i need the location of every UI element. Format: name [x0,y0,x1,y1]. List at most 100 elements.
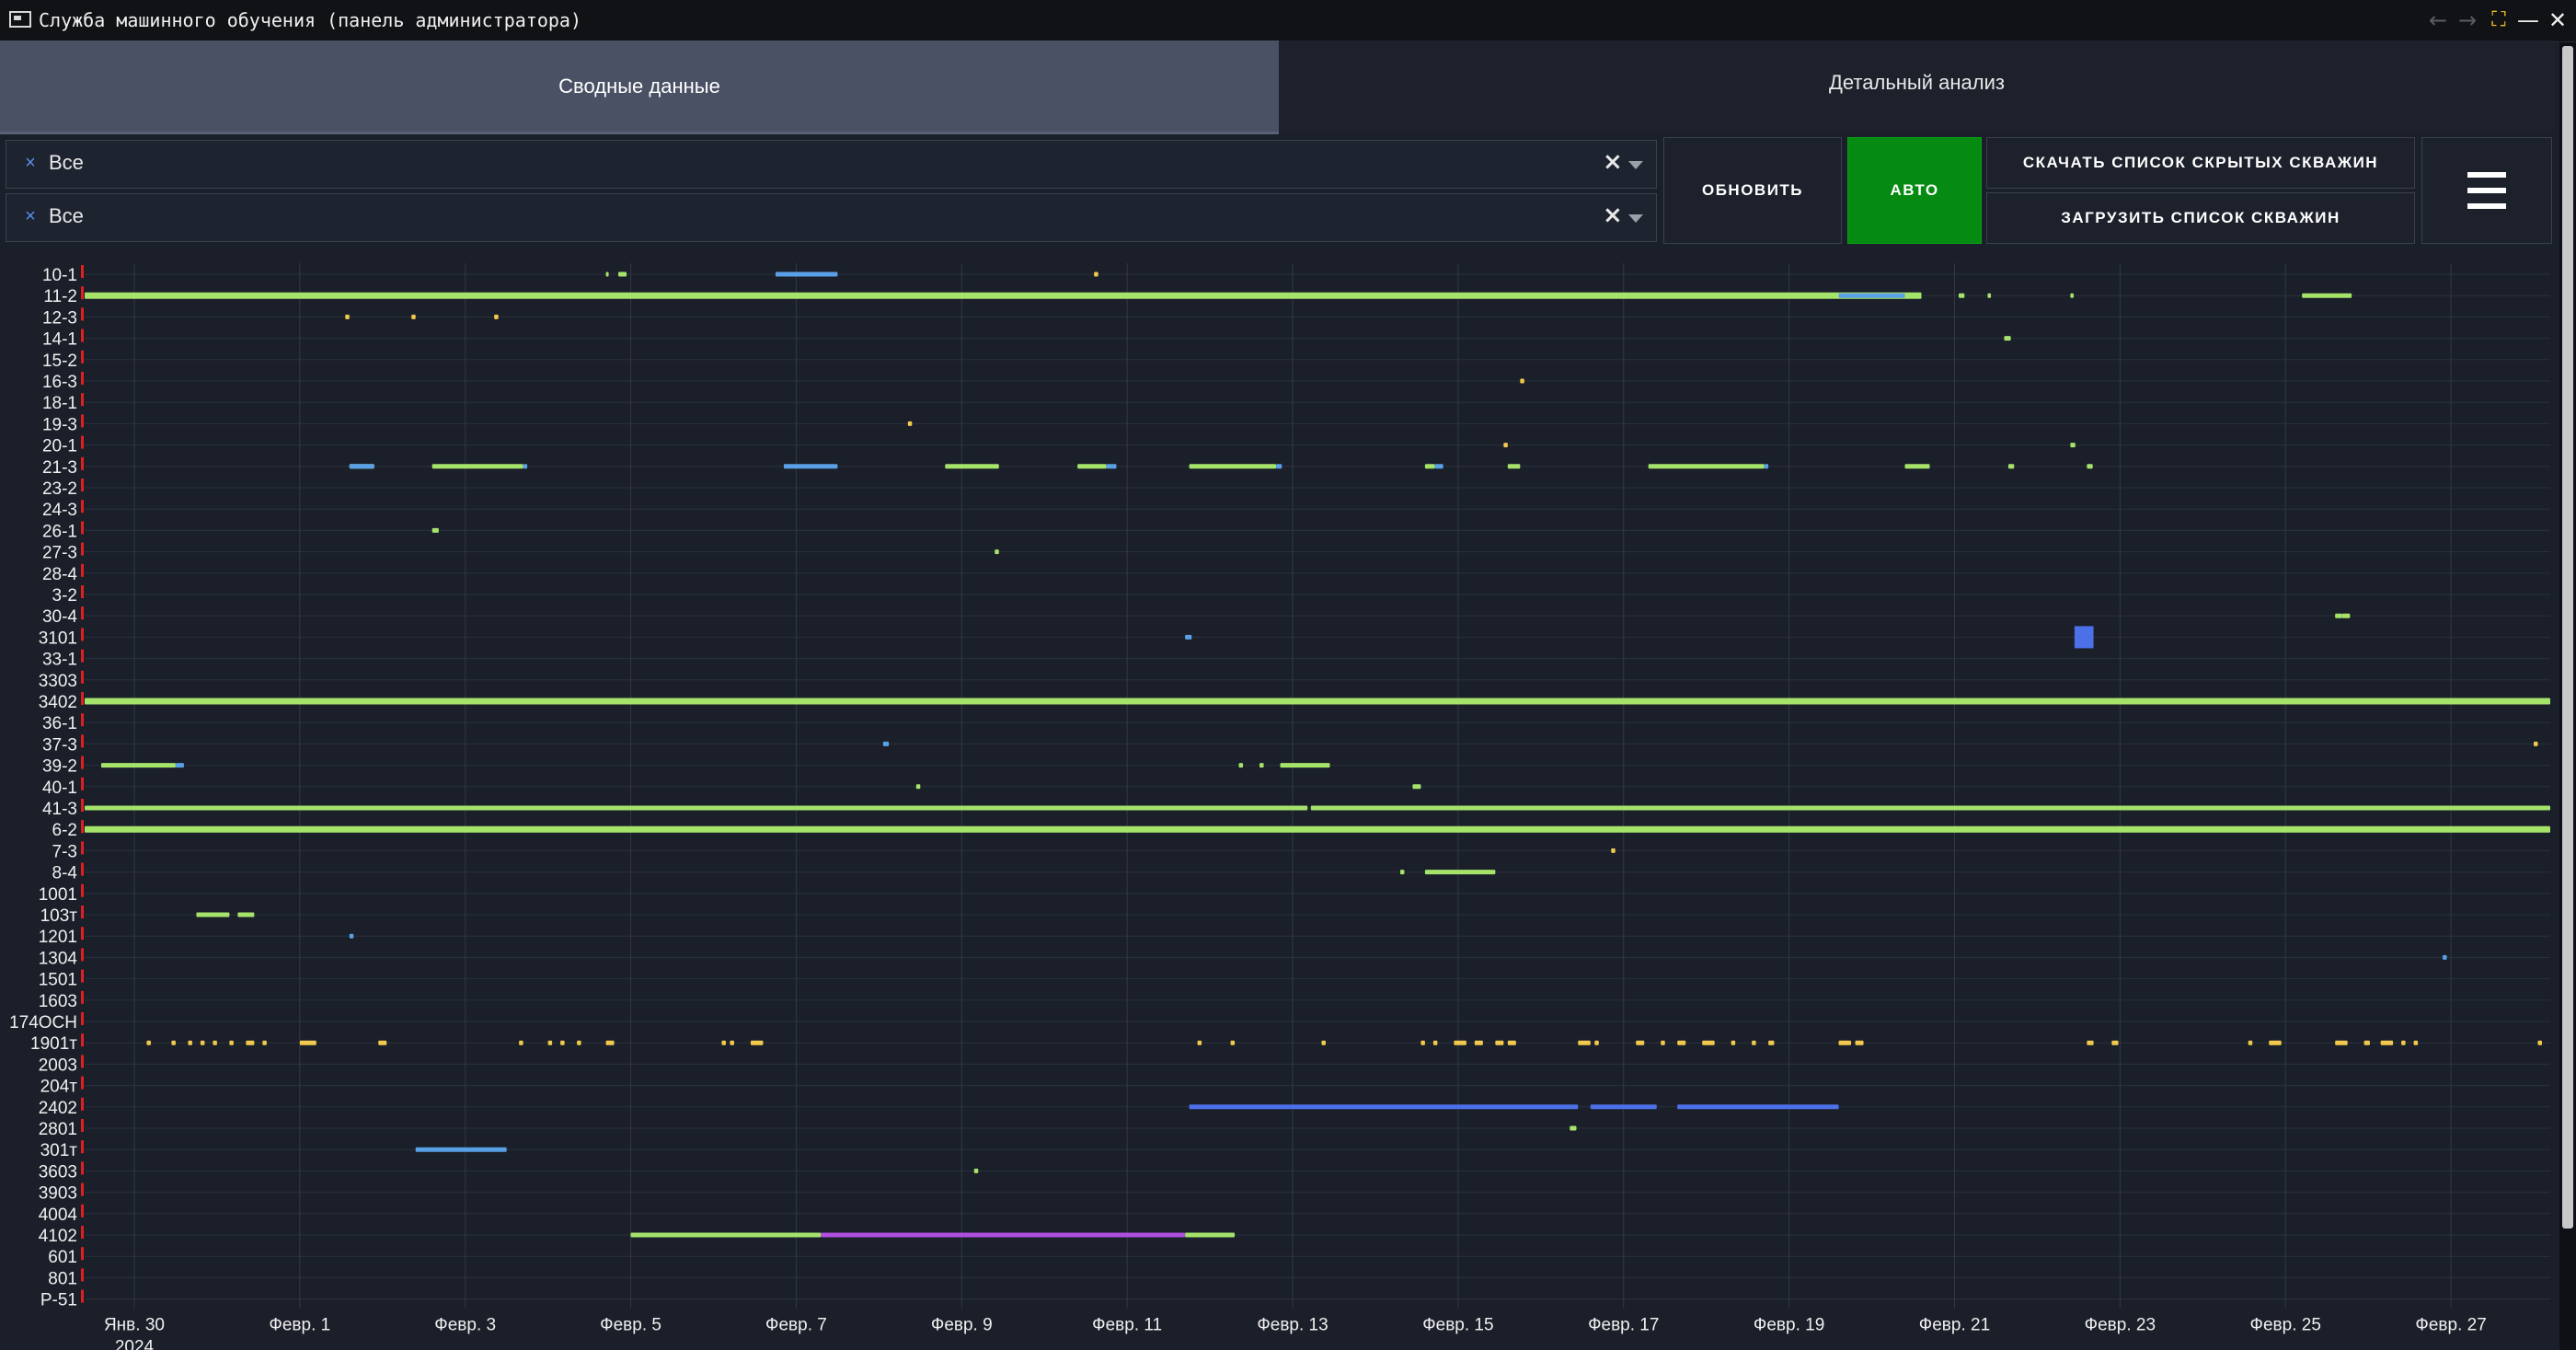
well-filter-select-1[interactable]: × Все × [6,140,1657,189]
chevron-down-icon[interactable] [1628,214,1643,223]
x-tick-label: Февр. 3 [434,1316,496,1335]
well-marker [81,286,84,300]
x-tick-label: Февр. 7 [765,1316,827,1335]
well-label: 1201 [39,928,77,947]
segment-green [85,698,2550,705]
segment-blue [1764,464,1769,469]
segment-green [100,763,176,768]
upload-wells-list-button[interactable]: ЗАГРУЗИТЬ СПИСОК СКВАЖИН [1986,192,2415,244]
well-label: 20-1 [42,437,77,456]
well-marker [81,1140,84,1154]
auto-button[interactable]: АВТО [1847,137,1982,244]
segment-yellow [2534,741,2538,746]
well-label: 33-1 [42,651,77,670]
segment-yellow [1578,1040,1591,1045]
segment-yellow [1636,1040,1645,1045]
clear-icon[interactable]: × [1603,148,1623,176]
download-hidden-wells-button[interactable]: СКАЧАТЬ СПИСОК СКРЫТЫХ СКВАЖИН [1986,137,2415,189]
scrollbar-thumb[interactable] [2562,46,2573,1229]
segment-yellow [1611,848,1616,853]
well-marker [81,414,84,428]
well-label: 10-1 [42,266,77,285]
segment-green [196,912,230,917]
segment-blue [415,1147,507,1152]
well-marker [81,670,84,684]
segment-green [995,549,999,555]
segment-yellow [730,1040,734,1045]
fullscreen-icon[interactable]: ⛶ [2486,7,2512,33]
well-marker [81,1012,84,1025]
segment-green [1424,870,1496,875]
segment-green [2341,613,2351,618]
well-filter-select-2[interactable]: × Все × [6,193,1657,242]
segment-yellow [171,1040,176,1045]
segment-green [1412,784,1421,790]
hamburger-menu-icon [2467,172,2506,209]
segment-yellow [1768,1040,1775,1045]
well-marker [81,841,84,855]
arrow-left-icon[interactable]: ← [2425,7,2451,33]
well-label: 1001 [39,885,77,905]
well-marker [81,927,84,940]
tab-summary[interactable]: Сводные данные [0,40,1279,134]
minimize-icon[interactable]: — [2515,7,2541,33]
well-marker [81,329,84,342]
tab-detail-analysis[interactable]: Детальный анализ [1279,40,2555,132]
segment-green [2302,293,2352,298]
segment-blue [1838,293,1905,298]
segment-yellow [146,1040,151,1045]
menu-button[interactable] [2421,137,2552,244]
refresh-button[interactable]: ОБНОВИТЬ [1663,137,1842,244]
chevron-down-icon[interactable] [1628,161,1643,169]
segment-yellow [2335,1040,2348,1045]
well-marker [81,521,84,535]
segment-blue [523,464,528,469]
segment-yellow [2537,1040,2543,1045]
well-marker [81,649,84,663]
segment-yellow [2248,1040,2253,1045]
segment-yellow [411,314,416,319]
segment-green [1280,763,1330,768]
well-marker [81,713,84,727]
clear-icon[interactable]: × [1603,202,1623,229]
segment-yellow [1321,1040,1326,1045]
segment-green [1189,464,1277,469]
well-label: 27-3 [42,544,77,563]
x-tick-label: Февр. 5 [600,1316,661,1335]
window-title-bar: Служба машинного обучения (панель админи… [0,0,2576,42]
well-label: 30-4 [42,607,77,627]
chip-remove-icon[interactable]: × [19,152,41,174]
segment-yellow [1507,1040,1516,1045]
well-marker [81,1097,84,1111]
segment-blue [175,763,184,768]
segment-yellow [1420,1040,1425,1045]
well-marker [81,1033,84,1047]
segment-yellow [907,421,913,426]
well-label: 2003 [39,1056,77,1075]
segment-green [2007,464,2015,469]
well-timeline-chart[interactable]: 10-1 11-2 12-314-1 15-2 16-3 18-1 19-3 20-1 21-3… [0,248,2558,1350]
close-icon[interactable]: ✕ [2545,7,2570,33]
segment-yellow [2269,1040,2282,1045]
well-marker [81,1055,84,1068]
x-tick-label: Февр. 23 [2085,1316,2156,1335]
segment-yellow [1731,1040,1736,1045]
segment-green [2004,336,2011,341]
well-label: 2801 [39,1120,77,1139]
well-label: Р-51 [40,1291,77,1310]
well-marker [81,692,84,705]
well-marker [81,479,84,491]
well-label: 28-4 [42,565,77,584]
well-label: 3303 [39,672,77,691]
arrow-right-icon[interactable]: → [2455,7,2480,33]
segment-yellow [1454,1040,1466,1045]
x-tick-label: Февр. 15 [1422,1316,1493,1335]
segment-yellow [2087,1040,2094,1045]
well-marker [81,435,84,449]
segment-yellow [560,1040,565,1045]
well-label: 4004 [39,1206,78,1225]
chip-remove-icon[interactable]: × [19,205,41,227]
x-tick-label: Февр. 13 [1257,1316,1328,1335]
well-label: 24-3 [42,501,77,520]
segment-green [1238,763,1244,768]
